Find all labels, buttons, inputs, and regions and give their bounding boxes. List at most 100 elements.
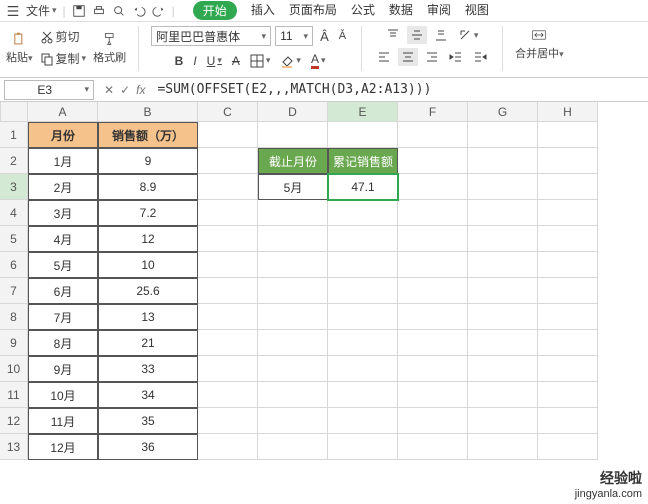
cell[interactable] — [198, 356, 258, 382]
col-header[interactable]: C — [198, 102, 258, 122]
cell[interactable] — [328, 408, 398, 434]
col-header[interactable]: A — [28, 102, 98, 122]
cell[interactable] — [198, 122, 258, 148]
accept-formula-icon[interactable]: ✓ — [120, 83, 130, 97]
cell[interactable] — [198, 304, 258, 330]
align-left-icon[interactable] — [374, 48, 394, 66]
cell[interactable] — [198, 148, 258, 174]
paste-icon[interactable] — [9, 30, 29, 48]
cell[interactable] — [538, 252, 598, 278]
indent-left-icon[interactable] — [446, 48, 466, 66]
cell[interactable] — [468, 252, 538, 278]
cell[interactable] — [258, 330, 328, 356]
cell[interactable] — [258, 434, 328, 460]
cell[interactable] — [328, 356, 398, 382]
cell[interactable] — [328, 304, 398, 330]
cell[interactable] — [398, 356, 468, 382]
row-header[interactable]: 10 — [0, 356, 28, 382]
align-right-icon[interactable] — [422, 48, 442, 66]
select-all-corner[interactable] — [0, 102, 28, 122]
cell-sales[interactable]: 10 — [98, 252, 198, 278]
spreadsheet-grid[interactable]: A B C D E F G H 1 月份 销售额（万） 2 1月 9 截止月份 … — [0, 102, 648, 460]
cell[interactable] — [398, 200, 468, 226]
cell[interactable] — [328, 226, 398, 252]
cell[interactable] — [398, 382, 468, 408]
cell[interactable] — [538, 382, 598, 408]
cell[interactable] — [538, 200, 598, 226]
cancel-formula-icon[interactable]: ✕ — [104, 83, 114, 97]
italic-button[interactable]: I — [190, 52, 199, 70]
cell[interactable] — [198, 408, 258, 434]
border-button[interactable]: ▾ — [247, 52, 274, 70]
strike-button[interactable]: A — [229, 52, 243, 70]
cell-month[interactable]: 9月 — [28, 356, 98, 382]
cell[interactable] — [538, 148, 598, 174]
cell-sales[interactable]: 36 — [98, 434, 198, 460]
cell[interactable] — [258, 408, 328, 434]
align-middle-icon[interactable] — [407, 26, 427, 44]
row-header[interactable]: 8 — [0, 304, 28, 330]
cell[interactable] — [258, 304, 328, 330]
cell-sales[interactable]: 25.6 — [98, 278, 198, 304]
cell[interactable] — [328, 330, 398, 356]
name-box[interactable]: E3▾ — [4, 80, 94, 100]
cell[interactable] — [328, 122, 398, 148]
cell[interactable] — [468, 382, 538, 408]
cell[interactable] — [198, 252, 258, 278]
cell[interactable] — [198, 330, 258, 356]
cell[interactable] — [258, 382, 328, 408]
fx-icon[interactable]: fx — [136, 83, 145, 97]
row-header[interactable]: 1 — [0, 122, 28, 148]
cell-month[interactable]: 8月 — [28, 330, 98, 356]
cell[interactable] — [258, 252, 328, 278]
cell[interactable] — [468, 122, 538, 148]
cell[interactable] — [468, 148, 538, 174]
cell[interactable] — [198, 382, 258, 408]
cell-sales[interactable]: 13 — [98, 304, 198, 330]
align-top-icon[interactable] — [383, 26, 403, 44]
orientation-icon[interactable]: ▾ — [455, 26, 482, 44]
preview-icon[interactable] — [112, 4, 126, 18]
row-header[interactable]: 13 — [0, 434, 28, 460]
cell-sales[interactable]: 8.9 — [98, 174, 198, 200]
col-header[interactable]: E — [328, 102, 398, 122]
cell[interactable] — [468, 356, 538, 382]
cell[interactable] — [538, 356, 598, 382]
cell[interactable] — [538, 408, 598, 434]
indent-right-icon[interactable] — [470, 48, 490, 66]
cell[interactable] — [258, 226, 328, 252]
cell[interactable] — [468, 200, 538, 226]
font-color-button[interactable]: A▾ — [308, 50, 329, 71]
row-header[interactable]: 12 — [0, 408, 28, 434]
cell[interactable] — [398, 278, 468, 304]
row-header[interactable]: 11 — [0, 382, 28, 408]
underline-button[interactable]: U▾ — [204, 52, 225, 70]
tab-view[interactable]: 视图 — [465, 1, 489, 20]
cell-month[interactable]: 11月 — [28, 408, 98, 434]
row-header[interactable]: 5 — [0, 226, 28, 252]
cell[interactable] — [198, 278, 258, 304]
cell[interactable] — [538, 226, 598, 252]
cell-month[interactable]: 12月 — [28, 434, 98, 460]
cell[interactable] — [328, 382, 398, 408]
cell-sales[interactable]: 12 — [98, 226, 198, 252]
cell[interactable] — [398, 148, 468, 174]
col-header[interactable]: D — [258, 102, 328, 122]
row-header[interactable]: 3 — [0, 174, 28, 200]
cell[interactable] — [398, 434, 468, 460]
cell[interactable] — [468, 174, 538, 200]
cell-month[interactable]: 5月 — [28, 252, 98, 278]
cell-sales[interactable]: 33 — [98, 356, 198, 382]
align-center-icon[interactable] — [398, 48, 418, 66]
cell-sales[interactable]: 9 — [98, 148, 198, 174]
print-icon[interactable] — [92, 4, 106, 18]
cell[interactable] — [468, 408, 538, 434]
cell-month[interactable]: 4月 — [28, 226, 98, 252]
cell[interactable] — [468, 226, 538, 252]
cell[interactable] — [398, 122, 468, 148]
cell[interactable] — [398, 304, 468, 330]
cell[interactable] — [398, 330, 468, 356]
cell-month[interactable]: 10月 — [28, 382, 98, 408]
cell[interactable] — [538, 434, 598, 460]
cell[interactable] — [328, 200, 398, 226]
